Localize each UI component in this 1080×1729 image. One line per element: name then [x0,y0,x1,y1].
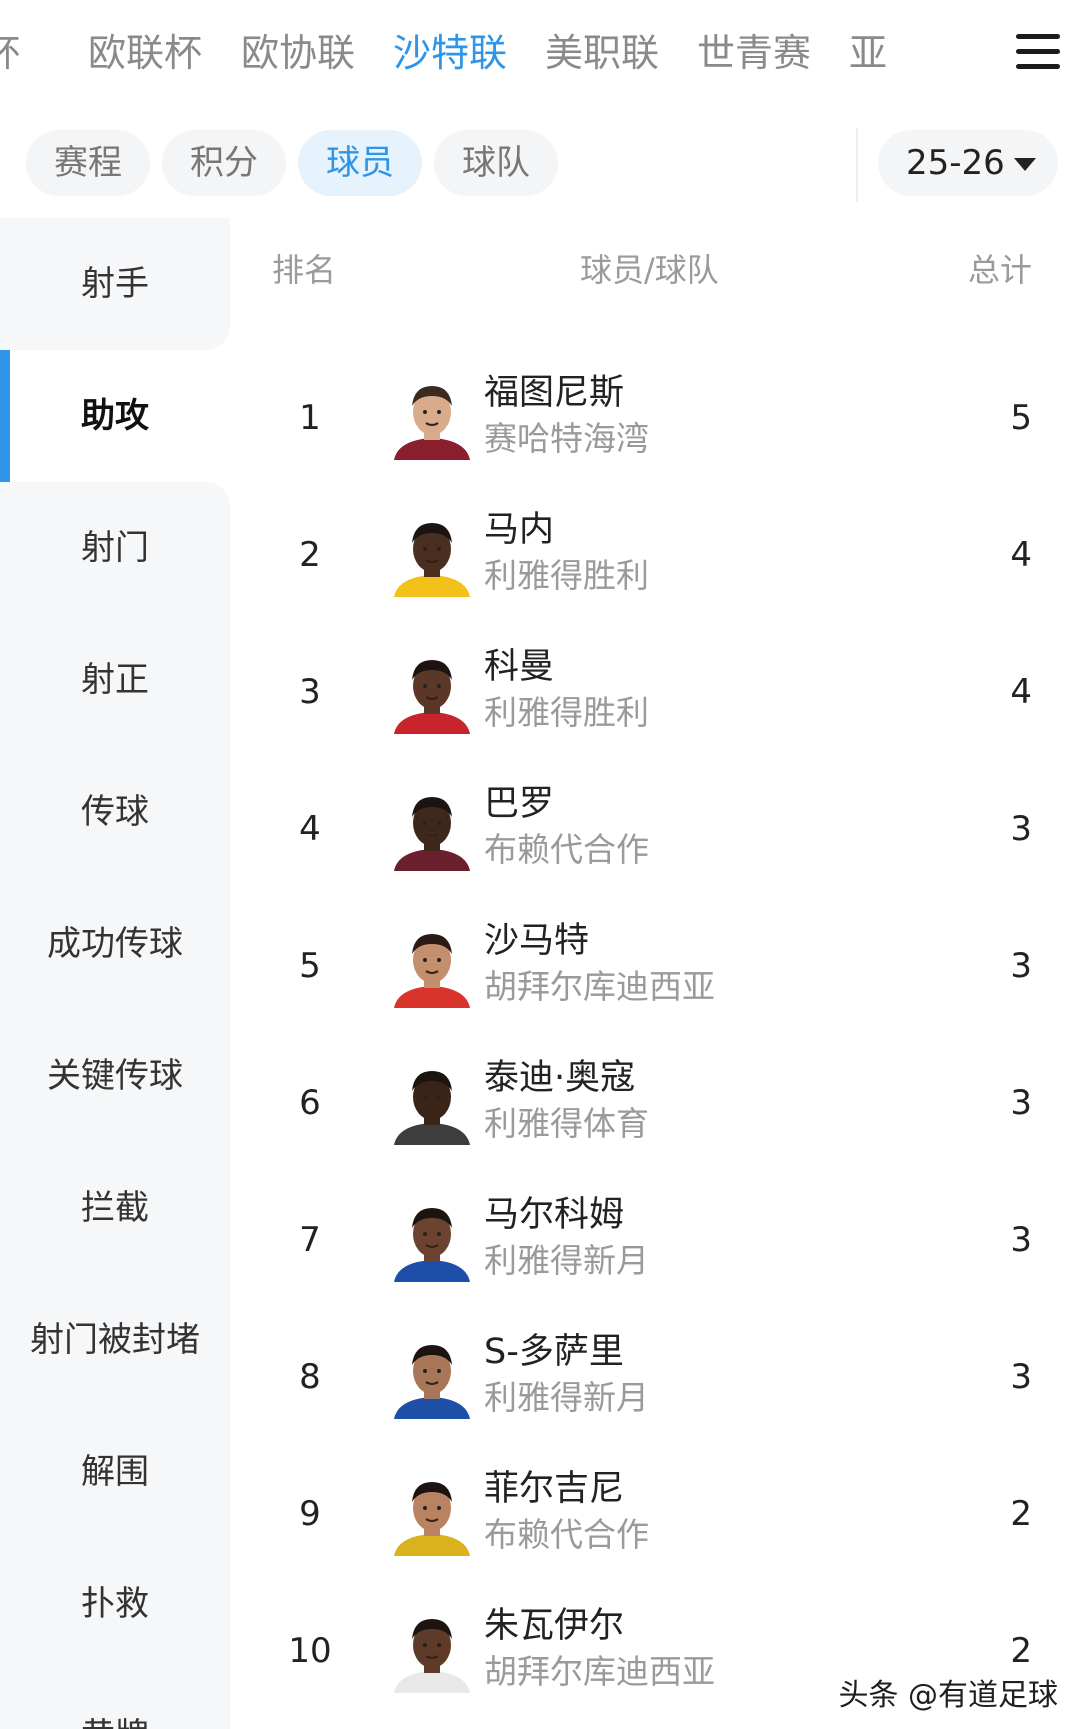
table-row[interactable]: 4 巴罗 布赖代合作 3 [230,761,1080,898]
assist-total: 3 [1010,1357,1032,1397]
team-name[interactable]: 胡拜尔库迪西亚 [484,1649,715,1695]
team-name[interactable]: 布赖代合作 [484,1512,649,1558]
header-total: 总计 [967,251,1032,289]
header-player-team: 球员/球队 [580,251,719,289]
player-avatar[interactable] [390,924,474,1008]
watermark: 头条 @有道足球 [838,1678,1058,1713]
player-name[interactable]: 泰迪·奥寇 [484,1055,635,1101]
player-avatar[interactable] [390,787,474,871]
player-name[interactable]: 巴罗 [484,781,554,827]
player-name[interactable]: 菲尔吉尼 [484,1466,624,1512]
category-clearances[interactable]: 解围 [0,1406,230,1538]
team-name[interactable]: 赛哈特海湾 [484,416,649,462]
assist-total: 3 [1010,946,1032,986]
league-tab-saudi-pro-league[interactable]: 沙特联 [393,26,507,80]
category-yellow-cards[interactable]: 黄牌 [0,1670,230,1729]
caret-down-icon [1014,158,1036,171]
assist-total: 5 [1010,398,1032,438]
player-name[interactable]: 马尔科姆 [484,1192,624,1238]
category-saves[interactable]: 扑救 [0,1538,230,1670]
table-row[interactable]: 1 福图尼斯 赛哈特海湾 5 [230,350,1080,487]
rank-number: 10 [288,1631,332,1671]
player-name[interactable]: 沙马特 [484,918,589,964]
rank-number: 5 [299,946,321,986]
player-avatar[interactable] [390,1609,474,1693]
rank-number: 1 [299,398,321,438]
rank-number: 6 [299,1083,321,1123]
league-tab-asia[interactable]: 亚 [849,26,887,80]
table-header: 排名 球员/球队 总计 [230,240,1080,300]
season-value: 25-26 [906,143,1005,183]
rank-number: 3 [299,672,321,712]
tab-standings[interactable]: 积分 [162,130,286,196]
player-avatar[interactable] [390,1198,474,1282]
hamburger-menu-icon[interactable] [1016,32,1060,72]
league-tab-cup[interactable]: 杯 [0,26,20,80]
sub-tab-bar: 赛程 积分 球员 球队 25-26 [0,126,1080,202]
player-avatar[interactable] [390,650,474,734]
assist-total: 4 [1010,535,1032,575]
team-name[interactable]: 利雅得新月 [484,1375,649,1421]
rank-number: 8 [299,1357,321,1397]
player-name[interactable]: 科曼 [484,644,554,690]
team-name[interactable]: 布赖代合作 [484,827,649,873]
rank-number: 7 [299,1220,321,1260]
category-interceptions[interactable]: 拦截 [0,1142,230,1274]
tab-players[interactable]: 球员 [298,130,422,196]
player-avatar[interactable] [390,1335,474,1419]
assist-total: 3 [1010,809,1032,849]
team-name[interactable]: 利雅得新月 [484,1238,649,1284]
player-name[interactable]: 福图尼斯 [484,370,624,416]
assist-total: 2 [1010,1494,1032,1534]
category-shots-on-target[interactable]: 射正 [0,614,230,746]
team-name[interactable]: 利雅得胜利 [484,690,649,736]
league-tab-bar: 杯 欧联杯 欧协联 沙特联 美职联 世青赛 亚 [0,0,1080,106]
player-avatar[interactable] [390,1061,474,1145]
team-name[interactable]: 利雅得体育 [484,1101,649,1147]
table-row[interactable]: 6 泰迪·奥寇 利雅得体育 3 [230,1035,1080,1172]
player-stats-page: 杯 欧联杯 欧协联 沙特联 美职联 世青赛 亚 赛程 积分 球员 球队 25-2… [0,0,1080,1729]
league-tab-conference-league[interactable]: 欧协联 [241,26,355,80]
table-row[interactable]: 5 沙马特 胡拜尔库迪西亚 3 [230,898,1080,1035]
rank-number: 2 [299,535,321,575]
season-selector[interactable]: 25-26 [878,130,1058,196]
category-blocked-shots[interactable]: 射门被封堵 [0,1274,230,1406]
player-name[interactable]: S-多萨里 [484,1329,624,1375]
player-avatar[interactable] [390,513,474,597]
table-row[interactable]: 3 科曼 利雅得胜利 4 [230,624,1080,761]
tab-schedule[interactable]: 赛程 [26,130,150,196]
category-successful-passes[interactable]: 成功传球 [0,878,230,1010]
assist-total: 3 [1010,1083,1032,1123]
league-tab-u20-world-cup[interactable]: 世青赛 [697,26,811,80]
player-name[interactable]: 朱瓦伊尔 [484,1603,624,1649]
category-key-passes[interactable]: 关键传球 [0,1010,230,1142]
category-shots[interactable]: 射门 [0,482,230,614]
table-row[interactable]: 2 马内 利雅得胜利 4 [230,487,1080,624]
league-tab-mls[interactable]: 美职联 [545,26,659,80]
stat-category-sidebar: 射手 助攻 射门 射正 传球 成功传球 关键传球 拦截 射门被封堵 解围 扑救 … [0,218,230,1729]
assist-total: 4 [1010,672,1032,712]
category-passes[interactable]: 传球 [0,746,230,878]
league-tab-europa-league[interactable]: 欧联杯 [88,26,202,80]
category-assists[interactable]: 助攻 [0,350,230,482]
table-row[interactable]: 9 菲尔吉尼 布赖代合作 2 [230,1446,1080,1583]
divider [856,128,858,202]
tab-teams[interactable]: 球队 [434,130,558,196]
player-avatar[interactable] [390,1472,474,1556]
category-scorers[interactable]: 射手 [0,218,230,350]
team-name[interactable]: 胡拜尔库迪西亚 [484,964,715,1010]
table-row[interactable]: 8 S-多萨里 利雅得新月 3 [230,1309,1080,1446]
assist-total: 3 [1010,1220,1032,1260]
player-name[interactable]: 马内 [484,507,554,553]
rank-number: 9 [299,1494,321,1534]
header-rank: 排名 [272,251,337,289]
rank-number: 4 [299,809,321,849]
active-category-indicator [0,350,10,482]
player-avatar[interactable] [390,376,474,460]
table-row[interactable]: 7 马尔科姆 利雅得新月 3 [230,1172,1080,1309]
team-name[interactable]: 利雅得胜利 [484,553,649,599]
